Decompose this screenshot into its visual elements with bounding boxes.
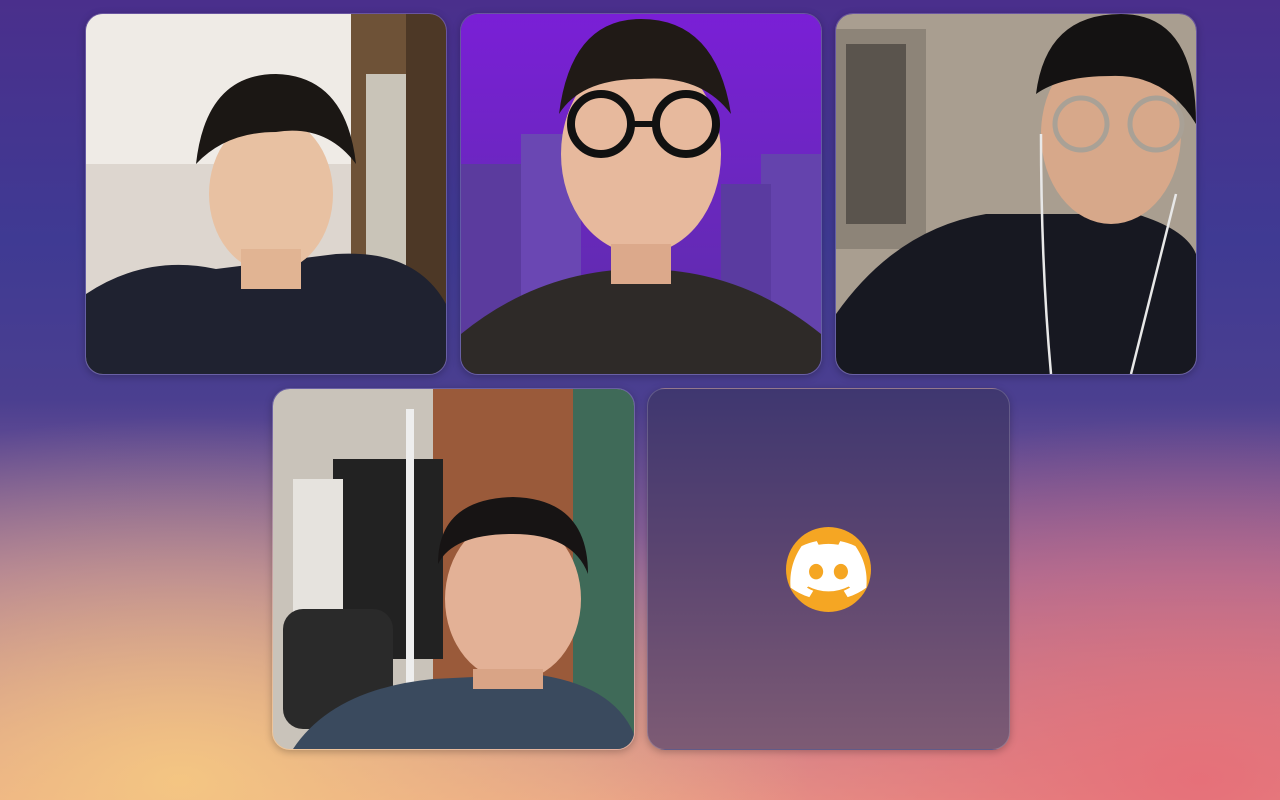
participant-tile-2[interactable] bbox=[460, 13, 822, 375]
participant-tile-3[interactable] bbox=[835, 13, 1197, 375]
participant-avatar bbox=[786, 527, 871, 612]
deafened-icon bbox=[1008, 344, 1197, 375]
participant-video-2 bbox=[461, 14, 821, 374]
voice-call-grid bbox=[0, 0, 1280, 800]
participant-video-3 bbox=[836, 14, 1196, 374]
participant-tile-1[interactable] bbox=[85, 13, 447, 375]
participant-tile-5[interactable] bbox=[647, 388, 1010, 750]
participant-video-1 bbox=[86, 14, 446, 374]
participant-video-4 bbox=[273, 389, 634, 749]
discord-logo-icon bbox=[790, 541, 867, 598]
participant-tile-4[interactable] bbox=[272, 388, 635, 750]
